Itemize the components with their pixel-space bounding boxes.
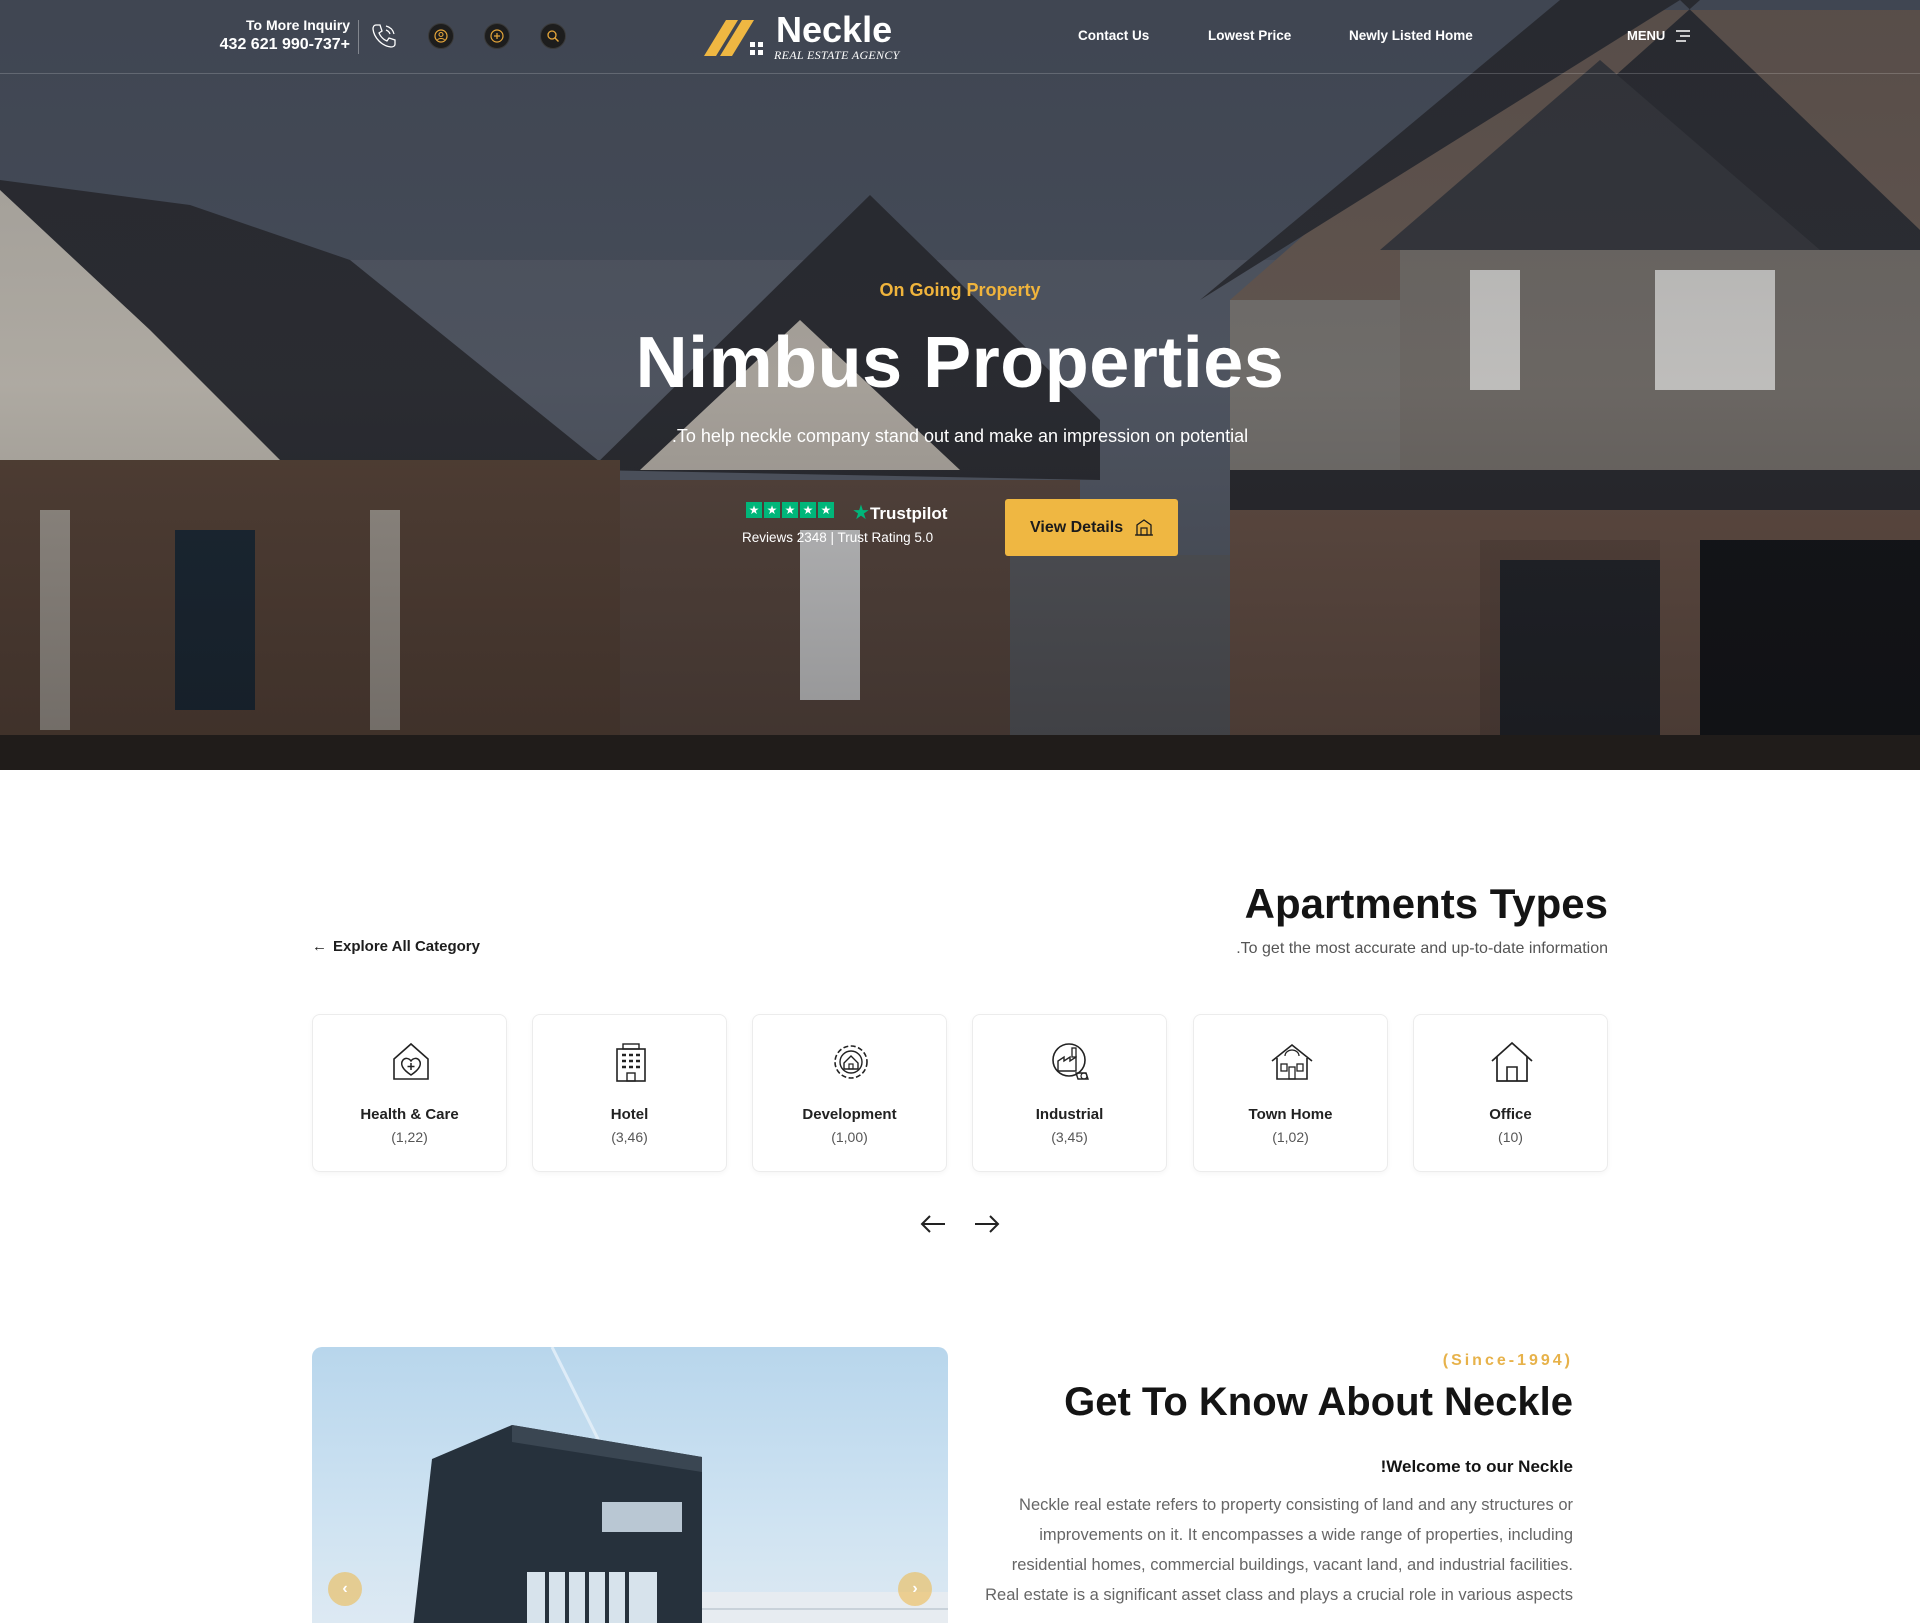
slider-next-arrow-icon[interactable] — [973, 1212, 1001, 1236]
slider-prev-arrow-icon[interactable] — [919, 1212, 947, 1236]
star-icon: ★ — [746, 502, 762, 518]
view-details-button[interactable]: View Details — [1005, 499, 1178, 556]
trustpilot-meta: Reviews 2348 | Trust Rating 5.0 — [742, 530, 934, 545]
header-divider — [358, 20, 359, 54]
trustpilot-stars: ★ ★ ★ ★ ★ — [746, 502, 834, 518]
hero-subtitle: .To help neckle company stand out and ma… — [671, 426, 1249, 446]
industrial-icon — [1052, 1043, 1089, 1080]
add-icon[interactable] — [484, 23, 510, 49]
trustpilot-star-icon: ★ — [852, 502, 870, 524]
category-card-industrial[interactable]: Industrial (3,45) — [972, 1014, 1167, 1172]
about-title: Get To Know About Neckle — [1064, 1380, 1573, 1424]
menu-icon[interactable] — [1675, 29, 1691, 43]
category-count: (3,46) — [611, 1129, 648, 1145]
category-count: (3,45) — [1051, 1129, 1088, 1145]
star-icon: ★ — [818, 502, 834, 518]
about-description: Neckle real estate refers to property co… — [985, 1496, 1573, 1604]
category-name: Office — [1489, 1106, 1532, 1123]
trustpilot-logo: ★Trustpilot — [852, 500, 947, 525]
hotel-icon — [616, 1043, 646, 1082]
hero-kicker: On Going Property — [879, 280, 1041, 300]
star-icon: ★ — [800, 502, 816, 518]
about-image — [312, 1347, 948, 1623]
category-count: (1,22) — [391, 1129, 428, 1145]
building-photo — [413, 1347, 948, 1623]
explore-label: Explore All Category — [333, 938, 480, 955]
logo-mark-icon — [704, 20, 763, 56]
brand-tagline: REAL ESTATE AGENCY — [774, 48, 900, 62]
trustpilot-brand: Trustpilot — [869, 504, 948, 523]
phone-icon[interactable] — [368, 20, 400, 52]
apartments-title: Apartments Types — [1244, 880, 1608, 927]
star-icon: ★ — [782, 502, 798, 518]
category-card-health-care[interactable]: Health & Care (1,22) — [312, 1014, 507, 1172]
category-name: Hotel — [610, 1106, 649, 1123]
category-name: Health & Care — [360, 1106, 459, 1123]
since-label: (Since-1994) — [1442, 1352, 1573, 1369]
nav-newly-listed-home[interactable]: Newly Listed Home — [1349, 28, 1473, 43]
category-card-hotel[interactable]: Hotel (3,46) — [532, 1014, 727, 1172]
nav-lowest-price[interactable]: Lowest Price — [1208, 28, 1291, 43]
office-icon — [1491, 1041, 1533, 1082]
health-care-icon — [393, 1042, 429, 1080]
category-name: Industrial — [1035, 1106, 1104, 1123]
hero-title: Nimbus Properties — [635, 323, 1285, 403]
building-icon — [1135, 519, 1153, 536]
category-count: (1,02) — [1272, 1129, 1309, 1145]
nav-contact-us[interactable]: Contact Us — [1078, 28, 1149, 43]
about-welcome: !Welcome to our Neckle — [1380, 1457, 1573, 1476]
category-name: Development — [802, 1106, 897, 1123]
inquiry-block: To More Inquiry 432 621 990-737+ — [190, 16, 350, 56]
explore-all-category-link[interactable]: ← Explore All Category — [312, 938, 480, 955]
category-count: (1,00) — [831, 1129, 868, 1145]
apartments-subtitle: .To get the most accurate and up-to-date… — [1236, 940, 1608, 957]
category-card-development[interactable]: Development (1,00) — [752, 1014, 947, 1172]
category-count: (10) — [1498, 1129, 1523, 1145]
top-navigation-bar: To More Inquiry 432 621 990-737+ Neckle … — [0, 0, 1920, 74]
brand-name: Neckle — [776, 9, 893, 50]
image-next-chevron-icon[interactable]: › — [898, 1572, 932, 1606]
brand-logo[interactable]: Neckle REAL ESTATE AGENCY — [704, 10, 914, 62]
star-icon: ★ — [764, 502, 780, 518]
town-home-icon — [1271, 1043, 1313, 1080]
user-icon[interactable] — [428, 23, 454, 49]
category-cards: Health & Care (1,22) Hotel (3,46) Develo… — [312, 1014, 1609, 1172]
category-card-office[interactable]: Office (10) — [1413, 1014, 1608, 1172]
view-details-label: View Details — [1030, 519, 1124, 536]
image-prev-chevron-icon[interactable]: ‹ — [328, 1572, 362, 1606]
hero-section: To More Inquiry 432 621 990-737+ Neckle … — [0, 0, 1920, 770]
search-icon[interactable] — [540, 23, 566, 49]
category-card-town-home[interactable]: Town Home (1,02) — [1193, 1014, 1388, 1172]
development-icon — [834, 1045, 868, 1079]
trustpilot-rating[interactable]: ★ ★ ★ ★ ★ ★Trustpilot Reviews 2348 | Tru… — [740, 500, 952, 550]
inquiry-phone[interactable]: 432 621 990-737+ — [190, 34, 350, 56]
category-name: Town Home — [1248, 1106, 1333, 1123]
menu-label[interactable]: MENU — [1627, 28, 1665, 43]
inquiry-label: To More Inquiry — [246, 17, 350, 33]
arrow-left-icon: ← — [312, 938, 327, 955]
